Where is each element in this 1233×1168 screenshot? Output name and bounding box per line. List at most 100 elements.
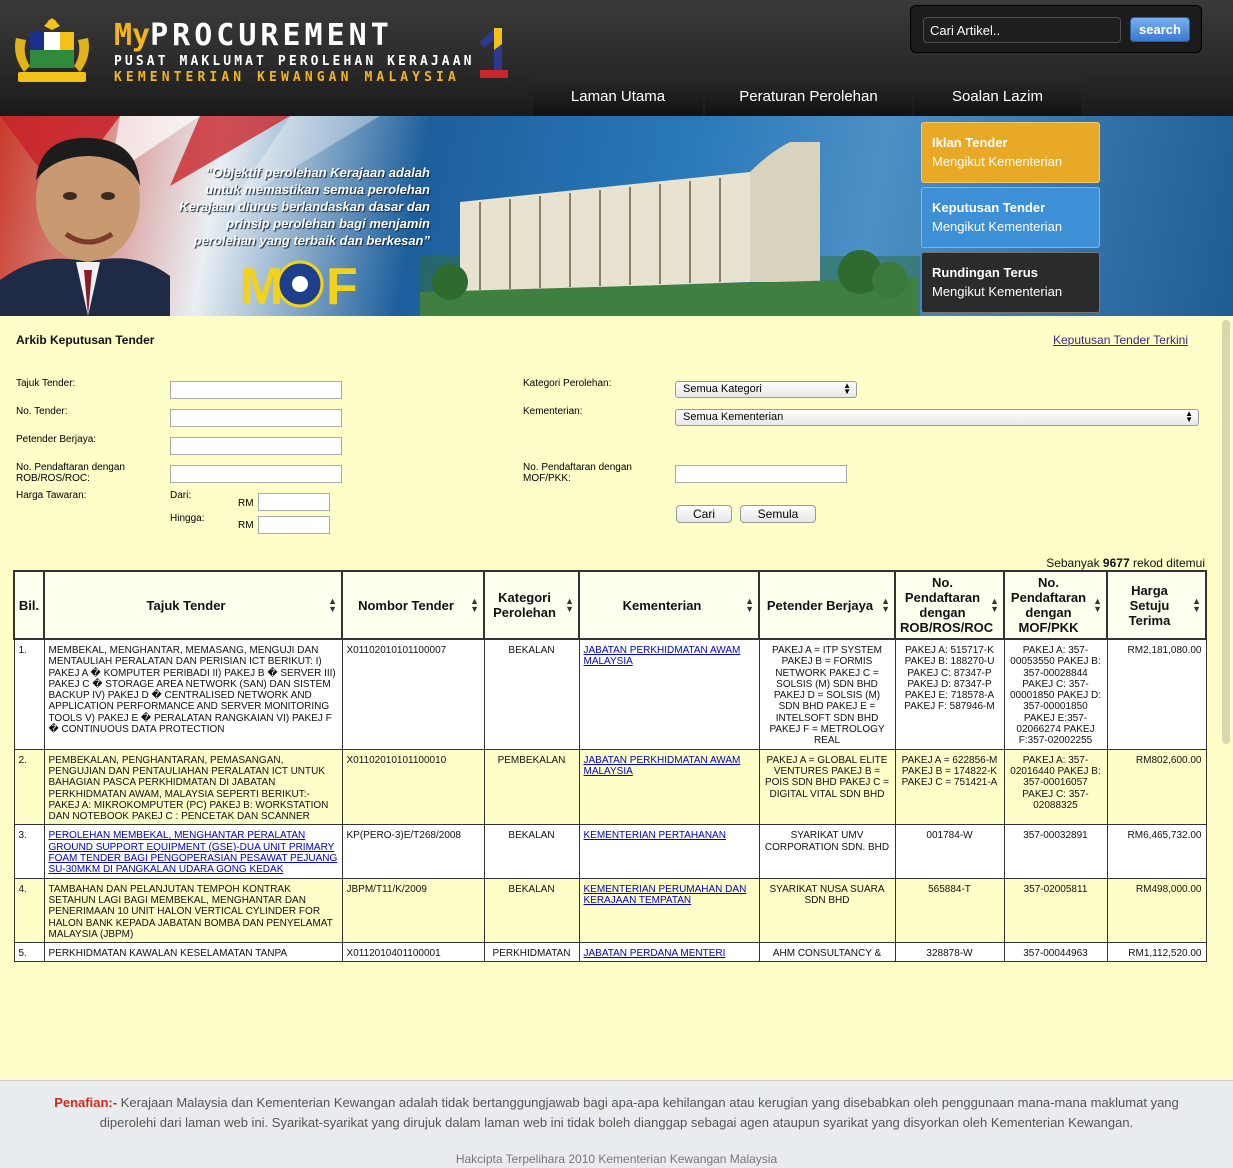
semula-button[interactable]: Semula xyxy=(740,505,816,523)
site-subtitle-2: KEMENTERIAN KEWANGAN MALAYSIA xyxy=(114,70,460,85)
side-button-iklan-tender-line2: Mengikut Kementerian xyxy=(932,154,1063,169)
harga-hingga-input[interactable] xyxy=(258,516,330,534)
cell-harga: RM6,465,732.00 xyxy=(1106,824,1207,879)
sort-arrows-icon[interactable]: ▲ ▼ xyxy=(1093,597,1102,614)
column-header-kementerian[interactable]: Kementerian ▲ ▼ xyxy=(578,570,760,640)
cell-harga: RM802,600.00 xyxy=(1106,748,1207,826)
nav-tab-soalan-lazim[interactable]: Soalan Lazim xyxy=(914,77,1081,116)
coat-of-arms-logo[interactable] xyxy=(8,16,96,86)
column-header-kategori-label: Kategori Perolehan xyxy=(493,590,556,620)
sort-arrows-icon[interactable]: ▲ ▼ xyxy=(745,597,754,614)
cell-petender: PAKEJ A = GLOBAL ELITE VENTURES PAKEJ B … xyxy=(758,748,896,826)
mof-registration-input[interactable] xyxy=(675,465,847,483)
cari-button[interactable]: Cari xyxy=(676,505,732,523)
content-scrollbar[interactable] xyxy=(1220,316,1233,966)
cell-nombor: X01102010101100010 xyxy=(341,748,485,826)
search-button[interactable]: search xyxy=(1130,17,1190,42)
cell-rob: 001784-W xyxy=(894,824,1005,879)
kementerian-link[interactable]: JABATAN PERDANA MENTERI xyxy=(584,948,726,959)
no-tender-label: No. Tender: xyxy=(16,406,68,417)
site-title[interactable]: MyPROCUREMENT xyxy=(114,18,393,53)
column-header-harga[interactable]: Harga Setuju Terima ▲ ▼ xyxy=(1106,570,1207,640)
column-header-kementerian-label: Kementerian xyxy=(622,597,702,613)
column-header-petender[interactable]: Petender Berjaya ▲ ▼ xyxy=(758,570,896,640)
kategori-perolehan-select[interactable]: Semua Kategori ▲ ▼ xyxy=(675,381,857,398)
ministry-building-image xyxy=(420,142,918,316)
sort-arrows-icon[interactable]: ▲ ▼ xyxy=(881,597,890,614)
cell-petender: SYARIKAT NUSA SUARA SDN BHD xyxy=(758,877,896,944)
cell-rob: PAKEJ A = 622856-M PAKEJ B = 174822-K PA… xyxy=(894,748,1005,826)
table-header-row: Bil. Tajuk Tender ▲ ▼ Nombor Tender ▲ ▼ Kate… xyxy=(13,570,1207,640)
table-row: 3. PEROLEHAN MEMBEKAL, MENGHANTAR PERALA… xyxy=(13,824,1207,879)
column-header-bil-label: Bil. xyxy=(18,597,40,613)
minister-portrait xyxy=(0,137,170,316)
tajuk-tender-input[interactable] xyxy=(170,381,342,399)
cell-tajuk: PEMBEKALAN, PENGHANTARAN, PEMASANGAN, PE… xyxy=(43,748,343,826)
side-button-keputusan-tender-line1: Keputusan Tender xyxy=(932,200,1046,215)
column-header-tajuk[interactable]: Tajuk Tender ▲ ▼ xyxy=(43,570,343,640)
site-subtitle-1: PUSAT MAKLUMAT PEROLEHAN KERAJAAN xyxy=(114,54,475,69)
search-input[interactable] xyxy=(923,17,1121,43)
sort-arrows-icon[interactable]: ▲ ▼ xyxy=(565,597,574,614)
table-row: 4. TAMBAHAN DAN PELANJUTAN TEMPOH KONTRA… xyxy=(13,877,1207,944)
column-header-bil: Bil. xyxy=(13,570,45,640)
rob-registration-input[interactable] xyxy=(170,465,342,483)
hero-banner: “Objektif perolehan Kerajaan adalah untu… xyxy=(0,116,1233,316)
cell-mof: 357-02005811 xyxy=(1003,877,1108,944)
nav-tab-laman-utama[interactable]: Laman Utama xyxy=(533,77,703,116)
kementerian-link[interactable]: JABATAN PERKHIDMATAN AWAM MALAYSIA xyxy=(584,755,741,777)
harga-dari-input[interactable] xyxy=(258,493,330,511)
sort-arrows-icon[interactable]: ▲ ▼ xyxy=(1192,597,1201,614)
kementerian-link[interactable]: KEMENTERIAN PERUMAHAN DAN KERAJAAN TEMPA… xyxy=(584,884,747,906)
scrollbar-thumb[interactable] xyxy=(1222,320,1230,744)
cell-kementerian: JABATAN PERKHIDMATAN AWAM MALAYSIA xyxy=(578,638,760,750)
column-header-mof-label: No. Pendaftaran dengan MOF/PKK xyxy=(1010,575,1087,635)
cell-bil: 5. xyxy=(13,942,45,963)
column-header-kategori[interactable]: Kategori Perolehan ▲ ▼ xyxy=(483,570,580,640)
nav-tab-peraturan-perolehan[interactable]: Peraturan Perolehan xyxy=(705,77,912,116)
side-button-iklan-tender[interactable]: Iklan Tender Mengikut Kementerian xyxy=(921,122,1100,183)
cell-rob: PAKEJ A: 515717-K PAKEJ B: 188270-U PAKE… xyxy=(894,638,1005,750)
cell-bil: 2. xyxy=(13,748,45,826)
sort-arrows-icon[interactable]: ▲ ▼ xyxy=(990,597,999,614)
column-header-nombor[interactable]: Nombor Tender ▲ ▼ xyxy=(341,570,485,640)
column-header-mof[interactable]: No. Pendaftaran dengan MOF/PKK ▲ ▼ xyxy=(1003,570,1108,640)
cell-bil: 3. xyxy=(13,824,45,879)
cell-nombor: X01102010101100007 xyxy=(341,638,485,750)
sort-arrows-icon[interactable]: ▲ ▼ xyxy=(328,597,337,614)
disclaimer: Penafian:- Kerajaan Malaysia dan Kemente… xyxy=(40,1093,1193,1133)
cell-nombor: X0112010401100001 xyxy=(341,942,485,963)
rob-registration-label: No. Pendaftaran dengan ROB/ROS/ROC: xyxy=(16,462,125,484)
cell-kategori: PERKHIDMATAN xyxy=(483,942,580,963)
side-button-rundingan-terus[interactable]: Rundingan Terus Mengikut Kementerian xyxy=(921,252,1100,313)
cell-kementerian: JABATAN PERDANA MENTERI xyxy=(578,942,760,963)
column-header-nombor-label: Nombor Tender xyxy=(358,597,454,613)
cell-kementerian: KEMENTERIAN PERTAHANAN xyxy=(578,824,760,879)
banner-quote: “Objektif perolehan Kerajaan adalah untu… xyxy=(179,165,430,248)
column-header-rob-label: No. Pendaftaran dengan ROB/ROS/ROC xyxy=(900,575,994,635)
cell-nombor: JBPM/T11/K/2009 xyxy=(341,877,485,944)
column-header-rob[interactable]: No. Pendaftaran dengan ROB/ROS/ROC ▲ ▼ xyxy=(894,570,1005,640)
no-tender-input[interactable] xyxy=(170,409,342,427)
disclaimer-text: Kerajaan Malaysia dan Kementerian Kewang… xyxy=(99,1095,1179,1130)
cell-harga: RM2,181,080.00 xyxy=(1106,638,1207,750)
tajuk-link[interactable]: PEROLEHAN MEMBEKAL, MENGHANTAR PERALATAN… xyxy=(49,830,338,875)
latest-tender-link[interactable]: Keputusan Tender Terkini xyxy=(1053,333,1188,347)
kementerian-label: Kementerian: xyxy=(523,406,583,417)
side-button-keputusan-tender[interactable]: Keputusan Tender Mengikut Kementerian xyxy=(921,187,1100,248)
cell-mof: 357-00032891 xyxy=(1003,824,1108,879)
cell-harga: RM498,000.00 xyxy=(1106,877,1207,944)
petender-berjaya-input[interactable] xyxy=(170,437,342,455)
cell-harga: RM1,112,520.00 xyxy=(1106,942,1207,963)
cell-kategori: PEMBEKALAN xyxy=(483,748,580,826)
kementerian-link[interactable]: JABATAN PERKHIDMATAN AWAM MALAYSIA xyxy=(584,645,741,667)
record-count-suffix: rekod ditemui xyxy=(1129,556,1205,570)
column-header-harga-label: Harga Setuju Terima xyxy=(1128,582,1171,628)
search-box: search xyxy=(910,5,1202,53)
record-count-number: 9677 xyxy=(1102,556,1130,570)
sort-arrows-icon[interactable]: ▲ ▼ xyxy=(470,597,479,614)
results-table: Bil. Tajuk Tender ▲ ▼ Nombor Tender ▲ ▼ Kate… xyxy=(13,570,1207,963)
kementerian-select[interactable]: Semua Kementerian ▲ ▼ xyxy=(675,409,1199,426)
kementerian-link[interactable]: KEMENTERIAN PERTAHANAN xyxy=(584,830,726,841)
kategori-perolehan-value: Semua Kategori xyxy=(683,383,762,395)
